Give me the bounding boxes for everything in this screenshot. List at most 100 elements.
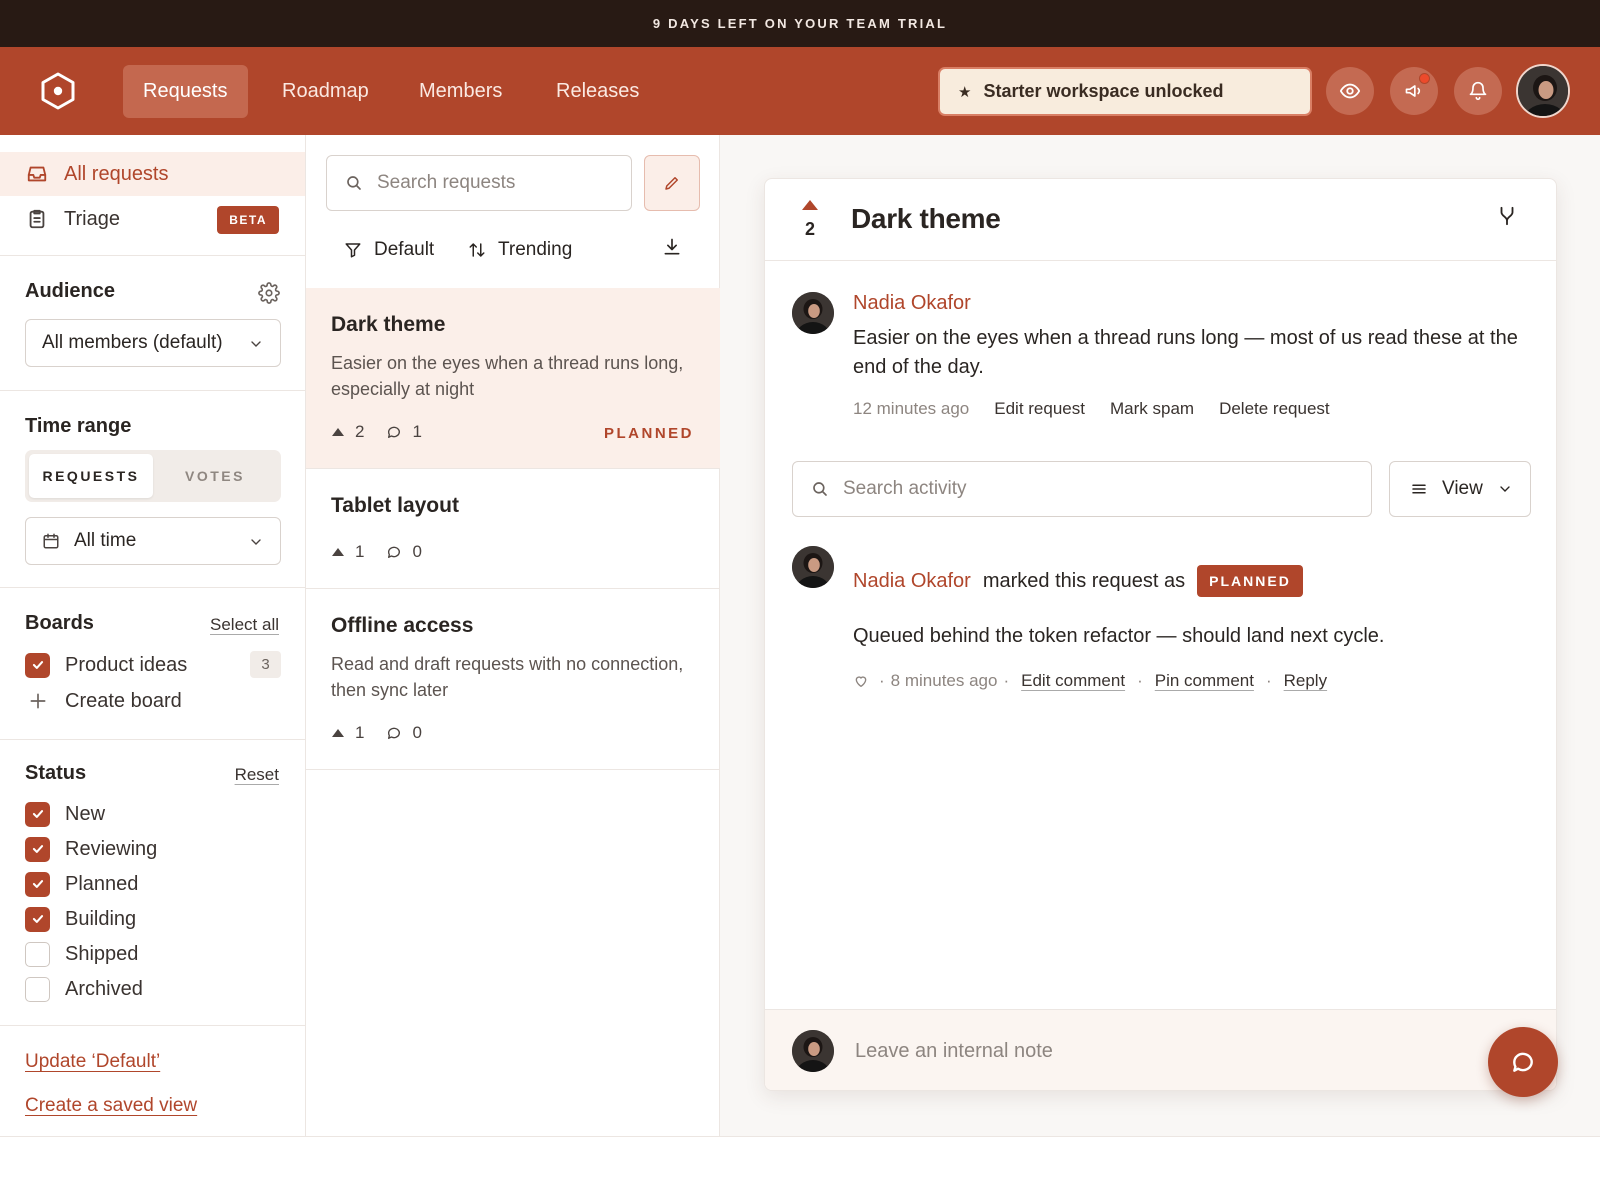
sort-trending-button[interactable]: Trending [468, 235, 572, 265]
checkbox[interactable] [25, 801, 50, 827]
gear-icon[interactable] [258, 282, 280, 304]
status-shipped[interactable]: Shipped [25, 940, 138, 968]
upvote-icon[interactable] [331, 427, 345, 437]
chat-icon [1513, 1052, 1533, 1072]
view-dropdown[interactable]: View [1389, 461, 1531, 517]
sidebar-item-triage[interactable]: Triage BETA [0, 197, 305, 241]
update-default-link[interactable]: Update ‘Default’ [25, 1051, 160, 1073]
author-avatar [792, 292, 834, 334]
card-description: Easier on the eyes when a thread runs lo… [331, 353, 684, 399]
reset-link[interactable]: Reset [235, 765, 279, 785]
status-label: Archived [65, 977, 143, 1000]
create-board-button[interactable]: Create board [25, 687, 182, 715]
select-all-link[interactable]: Select all [210, 615, 279, 635]
activity-time: 8 minutes ago [890, 671, 998, 690]
preview-button[interactable] [1326, 67, 1374, 115]
checkbox[interactable] [25, 652, 50, 678]
filter-sidebar: All requests Triage BETA Audience All me… [0, 135, 306, 1136]
activity-meta: · 8 minutes ago · Edit comment · Pin com… [853, 671, 1327, 691]
status-label: Shipped [65, 942, 139, 965]
checkbox[interactable] [25, 976, 50, 1002]
download-icon[interactable] [662, 237, 682, 257]
request-card[interactable]: Dark theme Easier on the eyes when a thr… [306, 288, 720, 469]
checkbox[interactable] [25, 871, 50, 897]
divider [0, 255, 306, 256]
sidebar-item-all-requests[interactable]: All requests [0, 152, 305, 196]
reply-button[interactable]: Reply [1284, 671, 1327, 691]
nav-tab-releases[interactable]: Releases [536, 65, 659, 118]
status-building[interactable]: Building [25, 905, 136, 933]
pencil-icon [665, 177, 678, 190]
promo-banner-button[interactable]: ★ Starter workspace unlocked [938, 67, 1312, 116]
trial-banner: 9 DAYS LEFT ON YOUR TEAM TRIAL [0, 0, 1600, 47]
comment-icon [386, 725, 402, 741]
segment-requests[interactable]: REQUESTS [29, 454, 153, 498]
chevron-down-icon [248, 534, 264, 550]
vote-count: 1 [355, 542, 365, 561]
checkbox[interactable] [25, 941, 50, 967]
status-archived[interactable]: Archived [25, 975, 143, 1003]
chat-button[interactable] [1488, 1027, 1558, 1097]
search-icon [345, 174, 363, 192]
note-avatar [792, 1030, 834, 1072]
request-card[interactable]: Tablet layout 1 0 [306, 469, 720, 589]
edit-request-button[interactable]: Edit request [994, 399, 1085, 419]
heart-icon[interactable] [853, 673, 869, 689]
status-label: New [65, 802, 106, 825]
time-range-select[interactable]: All time [25, 517, 281, 565]
comment-count: 0 [412, 723, 422, 742]
status-new[interactable]: New [25, 800, 105, 828]
board-product-ideas[interactable]: Product ideas [25, 651, 187, 679]
card-description: Read and draft requests with no connecti… [331, 654, 684, 700]
request-detail-panel: 2 Dark theme Nadia Okafor Easier on the … [764, 178, 1557, 1091]
divider [0, 1136, 1600, 1137]
bell-icon [1469, 81, 1487, 101]
post-author[interactable]: Nadia Okafor [853, 292, 971, 315]
post-time: 12 minutes ago [853, 399, 970, 418]
filter-default-button[interactable]: Default [344, 235, 434, 265]
logo-icon[interactable] [38, 71, 78, 111]
internal-note-bar[interactable]: Leave an internal note [765, 1009, 1556, 1090]
beta-badge: BETA [217, 206, 279, 234]
promo-label: Starter workspace unlocked [983, 81, 1224, 101]
user-avatar[interactable] [1516, 64, 1570, 118]
notifications-button[interactable] [1454, 67, 1502, 115]
pin-comment-button[interactable]: Pin comment [1155, 671, 1254, 691]
upvote-button[interactable] [801, 199, 819, 211]
filter-icon [344, 241, 362, 259]
search-requests-input[interactable]: Search requests [326, 155, 632, 211]
status-label: Planned [65, 872, 139, 895]
audience-select[interactable]: All members (default) [25, 319, 281, 367]
upvote-icon[interactable] [331, 547, 345, 557]
upvote-icon[interactable] [331, 728, 345, 738]
checkbox[interactable] [25, 836, 50, 862]
status-label: Building [65, 907, 137, 930]
clipboard-icon [26, 208, 48, 230]
create-board-label: Create board [65, 689, 182, 712]
card-title: Dark theme [331, 313, 446, 336]
create-saved-view-link[interactable]: Create a saved view [25, 1095, 197, 1117]
status-reviewing[interactable]: Reviewing [25, 835, 157, 863]
new-request-button[interactable] [644, 155, 700, 211]
inbox-icon [26, 163, 48, 185]
status-planned[interactable]: Planned [25, 870, 138, 898]
post-body: Easier on the eyes when a thread runs lo… [853, 327, 1518, 378]
internal-note-input[interactable]: Leave an internal note [855, 1040, 1053, 1063]
checkbox[interactable] [25, 906, 50, 932]
edit-comment-button[interactable]: Edit comment [1021, 671, 1125, 691]
activity-line: Nadia Okafor marked this request as PLAN… [853, 565, 1303, 597]
search-activity-input[interactable]: Search activity [792, 461, 1372, 517]
merge-icon[interactable] [1496, 205, 1518, 227]
nav-tab-members[interactable]: Members [399, 65, 522, 118]
comment-count: 0 [412, 542, 422, 561]
nav-tab-requests[interactable]: Requests [123, 65, 248, 118]
announcements-button[interactable] [1390, 67, 1438, 115]
segment-votes[interactable]: VOTES [153, 454, 277, 498]
delete-request-button[interactable]: Delete request [1219, 399, 1330, 419]
card-meta: 1 0 [331, 723, 422, 743]
request-card[interactable]: Offline access Read and draft requests w… [306, 589, 720, 770]
nav-tab-roadmap[interactable]: Roadmap [262, 65, 389, 118]
audience-title: Audience [25, 280, 116, 302]
mark-spam-button[interactable]: Mark spam [1110, 399, 1194, 419]
activity-author[interactable]: Nadia Okafor [853, 570, 971, 593]
